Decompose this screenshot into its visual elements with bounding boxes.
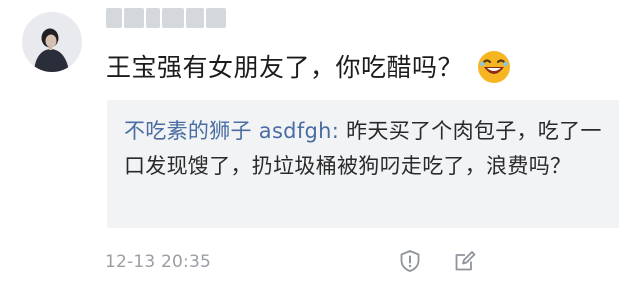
avatar[interactable] bbox=[22, 12, 82, 72]
quote-author-link[interactable]: 不吃素的狮子 asdfgh: bbox=[124, 119, 339, 143]
comment-text: 王宝强有女朋友了，你吃醋吗？ bbox=[106, 53, 464, 82]
edit-icon[interactable] bbox=[452, 248, 478, 274]
comment-card: 王宝强有女朋友了，你吃醋吗？ 不吃素的狮子 asdfgh: 昨天买了个肉包子，吃… bbox=[0, 0, 641, 284]
username-redacted[interactable] bbox=[106, 8, 232, 30]
shield-icon[interactable] bbox=[397, 248, 423, 274]
quoted-reply[interactable]: 不吃素的狮子 asdfgh: 昨天买了个肉包子，吃了一口发现馊了，扔垃圾桶被狗叼… bbox=[107, 100, 619, 228]
laughing-face-icon bbox=[477, 50, 511, 84]
quoted-reply-text: 不吃素的狮子 asdfgh: 昨天买了个肉包子，吃了一口发现馊了，扔垃圾桶被狗叼… bbox=[124, 114, 604, 184]
timestamp: 12-13 20:35 bbox=[105, 252, 211, 272]
